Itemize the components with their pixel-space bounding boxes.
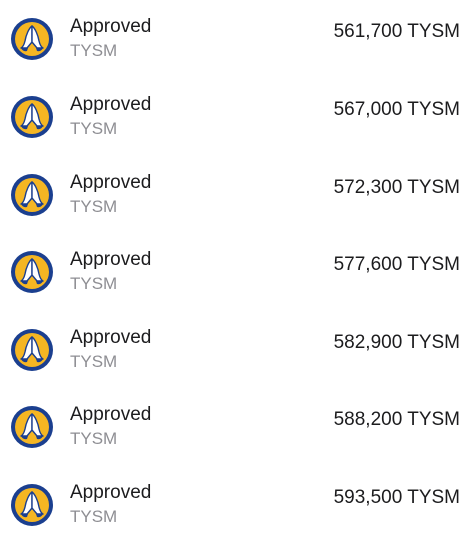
transaction-status: Approved (70, 16, 152, 37)
transaction-status: Approved (70, 94, 152, 115)
token-symbol: TYSM (70, 352, 118, 371)
transaction-row[interactable]: Approved TYSM 577,600 TYSM (0, 241, 476, 301)
token-symbol: TYSM (70, 429, 118, 448)
transaction-row[interactable]: Approved TYSM 561,700 TYSM (0, 8, 476, 68)
transaction-row[interactable]: Approved TYSM 572,300 TYSM (0, 164, 476, 224)
tysm-token-icon (10, 405, 54, 449)
token-symbol: TYSM (70, 274, 118, 293)
transaction-amount: 577,600 TYSM (333, 254, 460, 275)
transaction-row[interactable]: Approved TYSM 588,200 TYSM (0, 396, 476, 456)
transaction-status: Approved (70, 249, 152, 270)
transaction-amount: 572,300 TYSM (333, 177, 460, 198)
token-symbol: TYSM (70, 41, 118, 60)
transaction-row[interactable]: Approved TYSM 567,000 TYSM (0, 86, 476, 146)
tysm-token-icon (10, 328, 54, 372)
transaction-row[interactable]: Approved TYSM 593,500 TYSM (0, 474, 476, 534)
tysm-token-icon (10, 250, 54, 294)
transaction-status: Approved (70, 482, 152, 503)
tysm-token-icon (10, 95, 54, 139)
tysm-token-icon (10, 17, 54, 61)
transaction-status: Approved (70, 404, 152, 425)
transaction-amount: 593,500 TYSM (333, 487, 460, 508)
transaction-status: Approved (70, 172, 152, 193)
tysm-token-icon (10, 483, 54, 527)
token-symbol: TYSM (70, 197, 118, 216)
transaction-status: Approved (70, 327, 152, 348)
token-symbol: TYSM (70, 119, 118, 138)
transaction-amount: 567,000 TYSM (333, 99, 460, 120)
transaction-amount: 561,700 TYSM (333, 21, 460, 42)
transaction-amount: 588,200 TYSM (333, 409, 460, 430)
tysm-token-icon (10, 173, 54, 217)
transaction-amount: 582,900 TYSM (333, 332, 460, 353)
transaction-list: Approved TYSM 561,700 TYSM Approved TYSM… (0, 0, 476, 543)
transaction-row[interactable]: Approved TYSM 582,900 TYSM (0, 319, 476, 379)
token-symbol: TYSM (70, 507, 118, 526)
